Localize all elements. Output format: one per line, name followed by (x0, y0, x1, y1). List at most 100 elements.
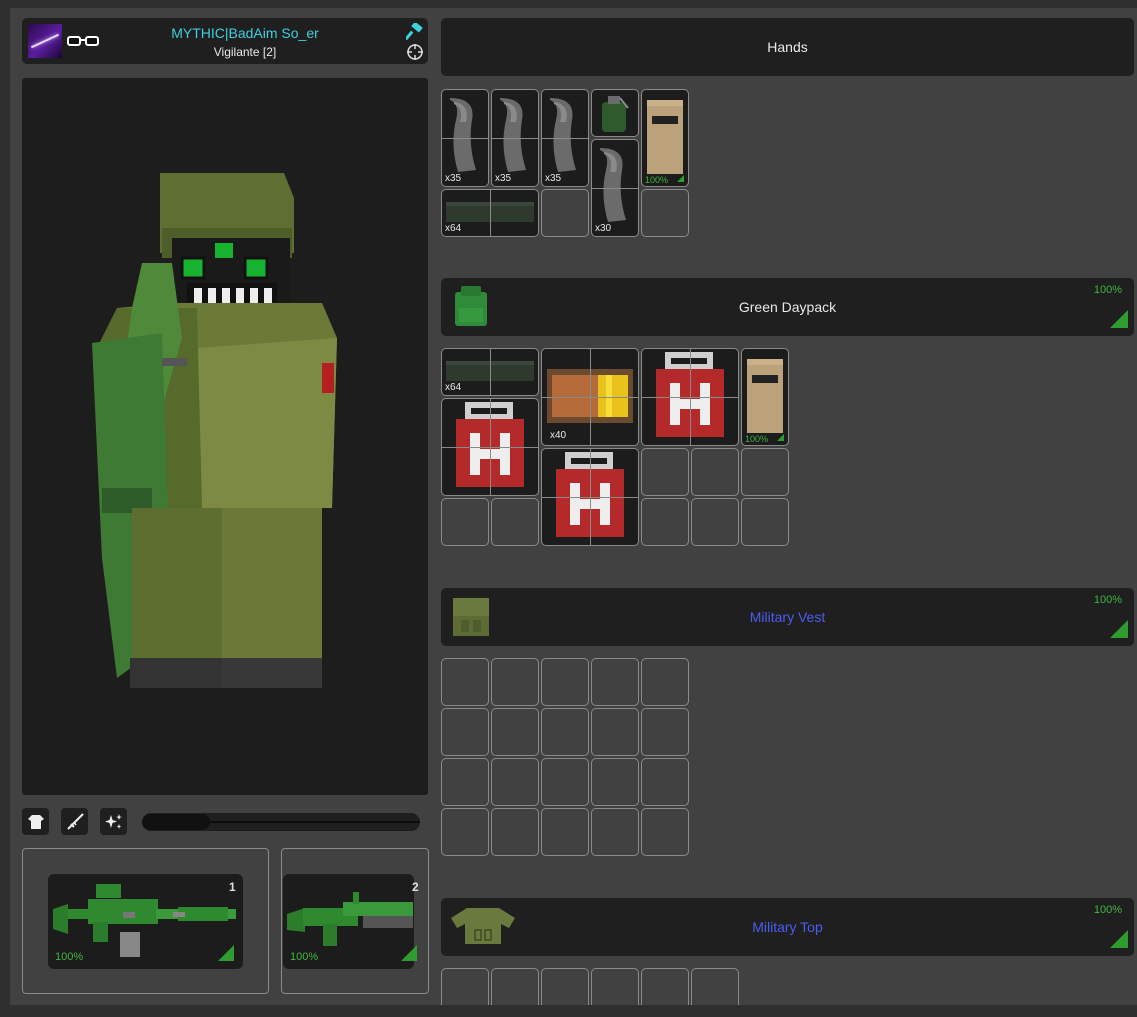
clothing-tab-button[interactable] (22, 808, 49, 835)
inventory-cell[interactable] (641, 708, 689, 756)
inventory-cell[interactable] (491, 708, 539, 756)
player-group: Vigilante [2] (213, 45, 277, 59)
character-model (92, 173, 337, 688)
inventory-cell[interactable] (591, 758, 639, 806)
backpack-quality: 100% (1093, 284, 1122, 296)
hands-item[interactable]: 100% (641, 89, 689, 187)
backpack-header[interactable]: Green Daypack 100% (441, 278, 1134, 336)
inventory-cell[interactable] (491, 968, 539, 1005)
shirt-icon (27, 814, 44, 829)
inventory-cell[interactable] (541, 189, 589, 237)
backpack-item[interactable] (541, 448, 639, 546)
hands-item[interactable]: x35 (491, 89, 539, 187)
inventory-cell[interactable] (441, 968, 489, 1005)
avatar (28, 24, 62, 58)
effects-tab-button[interactable] (100, 808, 127, 835)
inventory-window: MYTHIC|BadAim So_er Vigilante [2] 1 100%… (10, 8, 1137, 1005)
inventory-cell[interactable] (541, 708, 589, 756)
inventory-cell[interactable] (641, 498, 689, 546)
vest-header[interactable]: Military Vest 100% (441, 588, 1134, 646)
backpack-item[interactable] (441, 398, 539, 496)
quality-indicator (1110, 930, 1128, 948)
inventory-cell[interactable] (441, 758, 489, 806)
weapon-slot-number: 1 (229, 880, 236, 894)
inventory-cell[interactable] (641, 758, 689, 806)
quality-indicator (1110, 620, 1128, 638)
top-quality: 100% (1093, 904, 1122, 916)
inventory-cell[interactable] (591, 808, 639, 856)
inventory-cell[interactable] (541, 968, 589, 1005)
inventory-cell[interactable] (741, 498, 789, 546)
item-amount: x35 (445, 173, 462, 184)
inventory-cell[interactable] (491, 808, 539, 856)
inventory-cell[interactable] (491, 758, 539, 806)
durability-indicator (401, 945, 417, 961)
inventory-cell[interactable] (441, 658, 489, 706)
hands-title: Hands (767, 39, 808, 55)
inventory-cell[interactable] (591, 658, 639, 706)
tactical-vest-icon (747, 359, 783, 433)
weapons-tab-button[interactable] (61, 808, 88, 835)
durability-indicator (218, 945, 234, 961)
inventory-cell[interactable] (491, 498, 539, 546)
inventory-cell[interactable] (441, 498, 489, 546)
hands-item[interactable]: x35 (441, 89, 489, 187)
player-card: MYTHIC|BadAim So_er Vigilante [2] (22, 18, 428, 64)
crosshair-icon[interactable] (406, 43, 424, 61)
inventory-cell[interactable] (591, 708, 639, 756)
inventory-cell[interactable] (641, 808, 689, 856)
inventory-cell[interactable] (541, 758, 589, 806)
inventory-cell[interactable] (441, 808, 489, 856)
secondary-weapon-slot[interactable]: 2 100% (281, 848, 429, 994)
item-amount: x35 (545, 173, 562, 184)
rifle-icon (66, 812, 84, 830)
inventory-cell[interactable] (491, 658, 539, 706)
inventory-cell[interactable] (741, 448, 789, 496)
glasses-icon (67, 36, 99, 46)
quality-indicator (1110, 310, 1128, 328)
hands-item[interactable]: x30 (591, 139, 639, 237)
inventory-cell[interactable] (641, 189, 689, 237)
inventory-cell[interactable] (691, 968, 739, 1005)
hands-item[interactable] (591, 89, 639, 137)
inventory-cell[interactable] (591, 968, 639, 1005)
item-amount: x40 (550, 430, 567, 441)
player-name: MYTHIC|BadAim So_er (171, 25, 319, 41)
inventory-cell[interactable] (641, 658, 689, 706)
backpack-title: Green Daypack (738, 299, 837, 315)
backpack-item[interactable]: x64 (441, 348, 539, 396)
backpack-item[interactable] (641, 348, 739, 446)
hands-header: Hands (441, 18, 1134, 76)
vest-title: Military Vest (749, 609, 826, 625)
backpack-item[interactable]: 100% (741, 348, 789, 446)
inventory-cell[interactable] (641, 968, 689, 1005)
item-amount: x30 (595, 223, 612, 234)
inventory-cell[interactable] (691, 448, 739, 496)
top-header[interactable]: Military Top 100% (441, 898, 1134, 956)
zoom-slider[interactable] (142, 813, 420, 831)
inventory-cell[interactable] (691, 498, 739, 546)
grenade-icon (602, 96, 629, 132)
inventory-cell[interactable] (641, 448, 689, 496)
hammer-icon[interactable] (406, 23, 424, 41)
primary-weapon-slot[interactable]: 1 100% (22, 848, 269, 994)
item-quality: 100% (745, 434, 769, 444)
hands-item[interactable]: x64 (441, 189, 539, 237)
item-quality: 100% (645, 175, 669, 185)
inventory-cell[interactable] (541, 658, 589, 706)
weapon-durability: 100% (55, 951, 84, 963)
vest-quality: 100% (1093, 594, 1122, 606)
sparkles-icon (104, 813, 122, 829)
quality-indicator (777, 434, 784, 441)
item-amount: x64 (445, 382, 462, 393)
inventory-cell[interactable] (541, 808, 589, 856)
backpack-item[interactable]: x40 (541, 348, 639, 446)
top-title: Military Top (752, 919, 823, 935)
weapon-durability: 100% (290, 951, 319, 963)
zoom-slider-thumb[interactable] (142, 814, 210, 830)
hands-item[interactable]: x35 (541, 89, 589, 187)
quality-indicator (677, 175, 684, 182)
character-preview[interactable] (22, 78, 428, 795)
inventory-cell[interactable] (441, 708, 489, 756)
tactical-vest-icon (647, 100, 683, 174)
